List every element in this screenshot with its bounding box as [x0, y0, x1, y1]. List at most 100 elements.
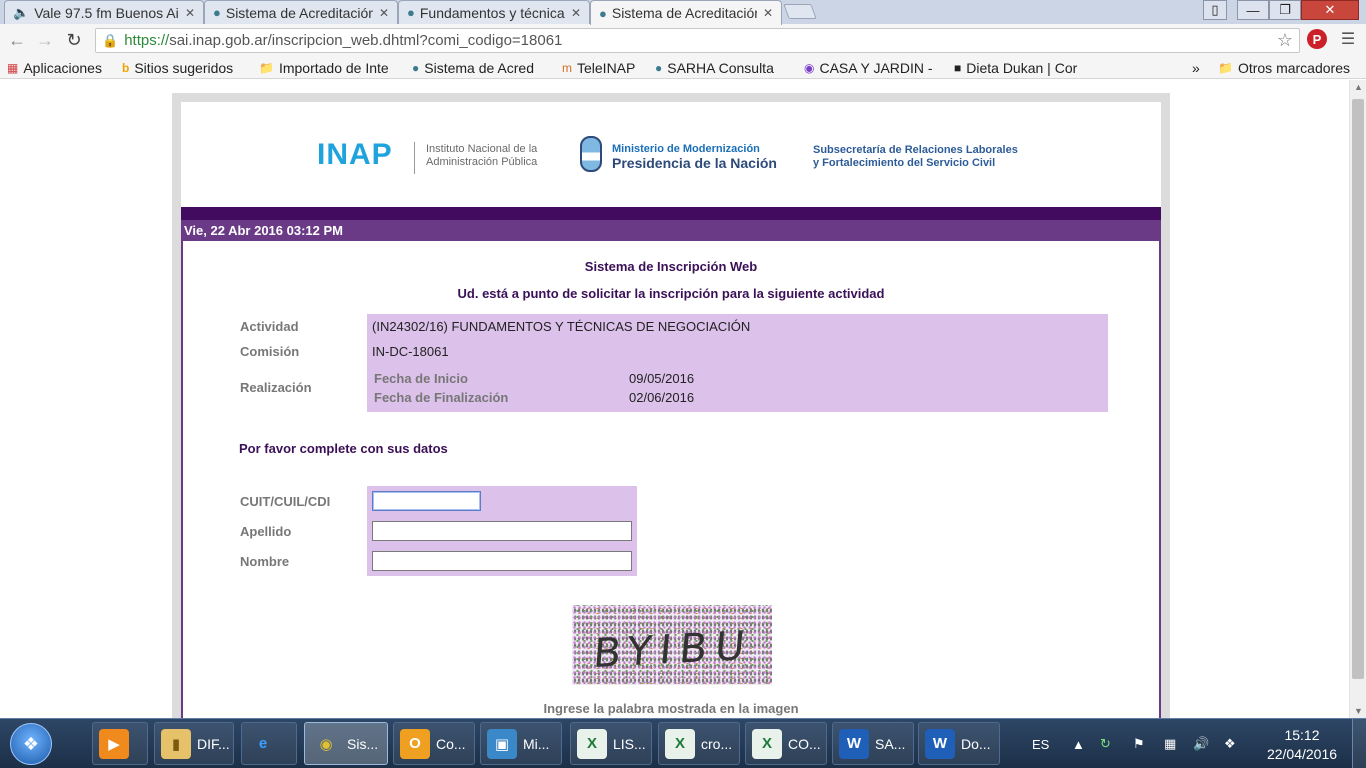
- comision-label: Comisión: [240, 344, 300, 359]
- forward-button[interactable]: →: [34, 29, 56, 51]
- bookmarks-overflow-button[interactable]: »: [1192, 59, 1206, 77]
- bookmark-label: Otros marcadores: [1237, 60, 1350, 76]
- tab-fundamentos[interactable]: ● Fundamentos y técnicas ✕: [398, 0, 590, 24]
- start-button[interactable]: ❖: [10, 723, 52, 765]
- taskbar-item-1[interactable]: ▮ DIF...: [154, 722, 234, 765]
- tab-sistema-acreditacion-active[interactable]: ● Sistema de Acreditación ✕: [590, 0, 782, 25]
- tab-radio[interactable]: 🔈 Vale 97.5 fm Buenos Aires ✕: [4, 0, 204, 24]
- close-icon[interactable]: ✕: [571, 6, 581, 20]
- taskbar-item-9[interactable]: W SA...: [832, 722, 914, 765]
- excel-icon: X: [577, 728, 607, 759]
- captcha-hint: Ingrese la palabra mostrada en la imagen: [543, 701, 799, 716]
- restore-button[interactable]: ❐: [1269, 0, 1301, 20]
- taskbar-item-6[interactable]: X LIS...: [570, 722, 652, 765]
- taskbar-item-7[interactable]: Xcro...: [658, 722, 740, 765]
- bookmark-sistema-acred[interactable]: ● Sistema de Acred: [412, 59, 547, 77]
- reload-button[interactable]: ↻: [63, 29, 85, 51]
- folder-icon: 📁: [259, 61, 274, 75]
- taskbar-item-5[interactable]: ▣ Mi...: [480, 722, 562, 765]
- inap-icon: ●: [599, 5, 607, 21]
- show-desktop-button[interactable]: [1352, 719, 1366, 768]
- taskbar-item-label: Sis...: [347, 735, 379, 752]
- bookmark-casa-jardin[interactable]: ◉ CASA Y JARDIN -: [804, 59, 939, 77]
- tab-title: Sistema de Acreditación: [225, 4, 373, 21]
- fecha-inicio-value: 09/05/2016: [629, 371, 695, 386]
- inap-icon: ●: [412, 61, 420, 75]
- apellido-input[interactable]: [372, 521, 632, 541]
- taskbar-item-3[interactable]: ◉ Sis...: [304, 722, 388, 765]
- realizacion-label: Realización: [240, 380, 312, 395]
- back-button[interactable]: ←: [6, 29, 28, 51]
- apps-grid-icon: ▦: [7, 61, 19, 75]
- sync-icon[interactable]: ↻: [1100, 719, 1111, 768]
- teleinap-icon: m: [562, 61, 572, 75]
- subsecretaria-title: Subsecretaría de Relaciones Laborales y …: [813, 144, 1018, 170]
- taskbar-item-8[interactable]: X CO...: [745, 722, 827, 765]
- taskbar-item-10[interactable]: W Do...: [918, 722, 1000, 765]
- bookmark-label: Dieta Dukan | Cor: [966, 60, 1078, 76]
- close-icon[interactable]: ✕: [379, 6, 389, 20]
- main-content: Sistema de Inscripción Web Ud. está a pu…: [181, 241, 1161, 718]
- system-clock[interactable]: 15:12 22/04/2016: [1262, 726, 1342, 764]
- address-bar[interactable]: 🔒 https:// sai.inap.gob.ar/inscripcion_w…: [95, 28, 1300, 53]
- volume-icon[interactable]: 🔊: [1193, 719, 1209, 768]
- tab-sistema-acreditacion-1[interactable]: ● Sistema de Acreditación ✕: [204, 0, 398, 24]
- inap-subtitle: Instituto Nacional de la Administración …: [426, 143, 537, 169]
- new-tab-button[interactable]: [783, 4, 817, 19]
- close-icon[interactable]: ✕: [763, 6, 773, 20]
- header-band: [181, 207, 1161, 220]
- bookmark-sitios-sugeridos[interactable]: b Sitios sugeridos: [122, 59, 252, 77]
- word-icon: W: [839, 728, 869, 759]
- taskbar-item-label: LIS...: [613, 735, 646, 752]
- profile-icon[interactable]: ▯: [1203, 0, 1227, 20]
- tab-title: Fundamentos y técnicas: [419, 4, 565, 21]
- close-icon[interactable]: ✕: [185, 6, 195, 20]
- cuit-input[interactable]: [372, 491, 481, 511]
- folder-icon: 📁: [1218, 61, 1233, 75]
- network-icon[interactable]: ▦: [1164, 719, 1176, 768]
- inap-icon: ●: [407, 5, 415, 20]
- language-label: ES: [1032, 736, 1050, 752]
- scroll-up-icon[interactable]: ▲: [1354, 82, 1363, 92]
- bookmark-aplicaciones[interactable]: ▦ Aplicaciones: [7, 59, 117, 77]
- internet-explorer-icon: e: [258, 735, 268, 752]
- action-center-icon[interactable]: ⚑: [1133, 719, 1145, 768]
- taskbar-item-0[interactable]: ▶: [92, 722, 148, 765]
- taskbar-item-2[interactable]: e: [241, 722, 297, 765]
- pinterest-extension-icon[interactable]: P: [1307, 29, 1327, 49]
- subsecretaria-line1: Subsecretaría de Relaciones Laborales: [813, 144, 1018, 156]
- language-indicator[interactable]: ES: [1032, 719, 1049, 768]
- minimize-button[interactable]: —: [1237, 0, 1269, 20]
- bookmark-label: CASA Y JARDIN -: [819, 60, 933, 76]
- bookmark-teleinap[interactable]: m TeleINAP: [562, 59, 652, 77]
- apellido-label: Apellido: [240, 524, 292, 539]
- bookmark-otros-marcadores[interactable]: 📁 Otros marcadores: [1218, 59, 1363, 77]
- bookmark-importado[interactable]: 📁 Importado de Inte: [259, 59, 399, 77]
- speaker-muted-icon[interactable]: 🔈: [13, 5, 29, 21]
- close-window-button[interactable]: ✕: [1301, 0, 1359, 20]
- activity-details: (IN24302/16) FUNDAMENTOS Y TÉCNICAS DE N…: [367, 314, 1108, 412]
- page-scrollbar[interactable]: ▲ ▼: [1349, 80, 1366, 718]
- date-bar: Vie, 22 Abr 2016 03:12 PM: [181, 220, 1161, 241]
- bookmark-dieta-dukan[interactable]: ■ Dieta Dukan | Cor: [954, 59, 1094, 77]
- nombre-input[interactable]: [372, 551, 632, 571]
- bookmark-star-icon[interactable]: ☆: [1277, 30, 1293, 51]
- taskbar-item-label: Do...: [961, 735, 991, 752]
- taskbar-item-4[interactable]: O Co...: [393, 722, 475, 765]
- scroll-thumb[interactable]: [1352, 99, 1364, 679]
- outlook-icon: O: [400, 728, 430, 759]
- lock-icon: 🔒: [102, 32, 119, 48]
- fecha-fin-value: 02/06/2016: [629, 390, 695, 405]
- bookmark-label: TeleINAP: [577, 60, 636, 76]
- complete-data-prompt: Por favor complete con sus datos: [239, 441, 448, 456]
- taskbar-item-label: Mi...: [523, 735, 550, 752]
- dropbox-icon[interactable]: ❖: [1224, 719, 1236, 768]
- taskbar-item-label: SA...: [875, 735, 906, 752]
- browser-menu-icon[interactable]: ☰: [1338, 29, 1358, 49]
- bookmark-sarha[interactable]: ● SARHA Consulta: [655, 59, 790, 77]
- show-hidden-icons-icon[interactable]: ▲: [1072, 719, 1085, 768]
- scroll-down-icon[interactable]: ▼: [1354, 706, 1363, 716]
- windows-taskbar: ❖ ▶ ▮ DIF... e ◉ Sis... O Co... ▣ Mi... X LIS... Xcr…: [0, 718, 1366, 768]
- tab-title: Vale 97.5 fm Buenos Aires: [34, 4, 179, 21]
- fecha-fin-label: Fecha de Finalización: [374, 390, 509, 405]
